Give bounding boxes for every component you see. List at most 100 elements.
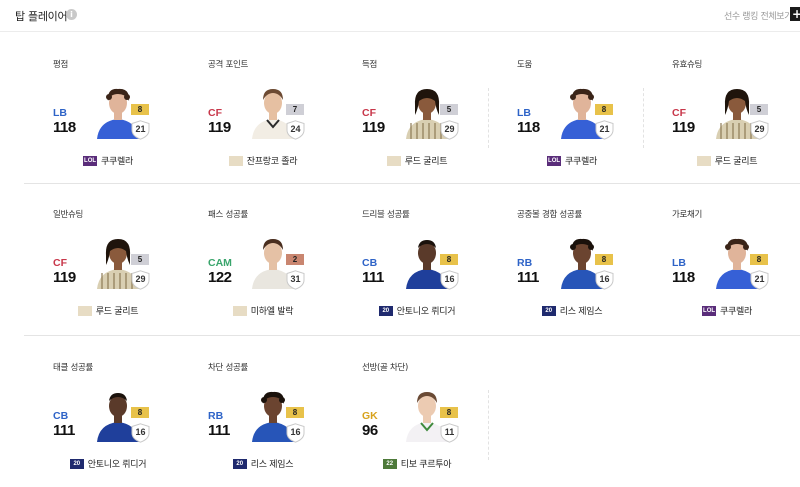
player-name[interactable]: 루드 굴리트 (96, 304, 139, 317)
stat-category-title: 차단 성공률 (208, 363, 249, 373)
player-name-row: LOL 쿠쿠렐라 (517, 150, 627, 169)
player-card[interactable]: 득점 CF 119 5 29 루드 굴리트 (362, 58, 512, 178)
player-name[interactable]: 루드 굴리트 (405, 154, 448, 167)
season-badge-icon (386, 155, 401, 166)
player-name-row: 미하엘 발락 (208, 300, 318, 319)
level-number: 11 (444, 427, 455, 437)
season-badge-icon: 20 (378, 305, 393, 316)
level-number: 29 (135, 274, 146, 284)
season-badge-icon (232, 305, 247, 316)
player-name-row: LOL 쿠쿠렐라 (53, 150, 163, 169)
position-label: CF (362, 107, 376, 119)
position-label: CF (208, 107, 222, 119)
player-card[interactable]: 유효슈팅 CF 119 5 29 루드 굴리트 (672, 58, 800, 178)
player-name[interactable]: 루드 굴리트 (715, 154, 758, 167)
position-label: LB (53, 107, 67, 119)
player-card[interactable]: 일반슈팅 CF 119 5 29 루드 굴리트 (53, 208, 203, 328)
row-divider (24, 335, 800, 336)
player-card[interactable]: 도움 LB 118 8 21 LOL 쿠쿠렐라 (517, 58, 667, 178)
position-label: LB (672, 257, 686, 269)
player-card[interactable]: 태클 성공률 CB 111 8 16 20 안토니오 뤼디거 (53, 361, 203, 481)
position-label: CB (362, 257, 378, 269)
player-card[interactable]: 가로채기 LB 118 8 21 LOL 쿠쿠렐라 (672, 208, 800, 328)
player-name[interactable]: 리스 제임스 (560, 304, 603, 317)
season-badge-icon: LOL (83, 155, 98, 166)
enhance-grade-badge: 8 (131, 104, 149, 115)
stat-category-title: 유효슈팅 (672, 60, 703, 70)
enhance-grade-badge: 2 (286, 254, 304, 265)
position-label: GK (362, 410, 378, 422)
player-card[interactable]: 공격 포인트 CF 119 7 24 잔프랑코 졸라 (208, 58, 358, 178)
level-number: 16 (135, 427, 146, 437)
overall-rating: 111 (517, 269, 539, 286)
player-card[interactable]: 공중볼 경합 성공률 RB 111 8 16 20 리스 제임스 (517, 208, 667, 328)
player-card[interactable]: 차단 성공률 RB 111 8 16 20 리스 제임스 (208, 361, 358, 481)
player-name-row: LOL 쿠쿠렐라 (672, 300, 782, 319)
section-title: 탑 플레이어 (15, 10, 68, 23)
season-badge-icon: 20 (69, 458, 84, 469)
player-name[interactable]: 잔프랑코 졸라 (247, 154, 298, 167)
overall-rating: 119 (53, 269, 76, 286)
level-number: 24 (290, 124, 301, 134)
header: 탑 플레이어 i 선수 랭킹 전체보기 + (0, 0, 800, 32)
level-number: 31 (290, 274, 301, 284)
stat-category-title: 선방(골 차단) (362, 363, 409, 373)
season-badge-icon: LOL (547, 155, 562, 166)
season-badge-icon: LOL (702, 305, 717, 316)
player-name[interactable]: 안토니오 뤼디거 (88, 457, 147, 470)
overall-rating: 119 (208, 119, 231, 136)
player-name[interactable]: 리스 제임스 (251, 457, 294, 470)
view-all-rankings-link[interactable]: 선수 랭킹 전체보기 (724, 9, 792, 22)
overall-rating: 111 (53, 422, 75, 439)
enhance-grade-badge: 5 (131, 254, 149, 265)
player-card[interactable]: 선방(골 차단) GK 96 8 11 22 티보 쿠르투아 (362, 361, 512, 481)
enhance-grade-badge: 8 (595, 254, 613, 265)
stat-category-title: 공격 포인트 (208, 60, 249, 70)
stat-category-title: 태클 성공률 (53, 363, 94, 373)
row-divider (24, 183, 800, 184)
player-card[interactable]: 패스 성공률 CAM 122 2 31 미하엘 발락 (208, 208, 358, 328)
player-name[interactable]: 미하엘 발락 (251, 304, 294, 317)
player-card[interactable]: 평점 LB 118 8 21 LOL 쿠쿠렐라 (53, 58, 203, 178)
position-label: CF (53, 257, 67, 269)
level-number: 16 (444, 274, 455, 284)
level-number: 16 (599, 274, 610, 284)
overall-rating: 119 (362, 119, 385, 136)
player-name[interactable]: 쿠쿠렐라 (720, 304, 752, 317)
overall-rating: 119 (672, 119, 695, 136)
enhance-grade-badge: 8 (750, 254, 768, 265)
position-label: CF (672, 107, 686, 119)
player-name[interactable]: 티보 쿠르투아 (401, 457, 452, 470)
player-name-row: 20 안토니오 뤼디거 (362, 300, 472, 319)
overall-rating: 118 (672, 269, 695, 286)
stat-category-title: 가로채기 (672, 210, 703, 220)
overall-rating: 122 (208, 269, 232, 286)
stat-category-title: 패스 성공률 (208, 210, 249, 220)
enhance-grade-badge: 8 (440, 254, 458, 265)
player-name-row: 20 안토니오 뤼디거 (53, 453, 163, 472)
stat-category-title: 공중볼 경합 성공률 (517, 210, 582, 220)
overall-rating: 111 (362, 269, 384, 286)
plus-icon[interactable]: + (790, 7, 800, 21)
stat-category-title: 평점 (53, 60, 69, 70)
enhance-grade-badge: 5 (440, 104, 458, 115)
position-label: RB (208, 410, 224, 422)
info-icon[interactable]: i (66, 9, 77, 20)
stat-category-title: 드리블 성공률 (362, 210, 410, 220)
level-number: 29 (754, 124, 765, 134)
player-name[interactable]: 안토니오 뤼디거 (397, 304, 456, 317)
season-badge-icon: 20 (541, 305, 556, 316)
season-badge-icon: 20 (232, 458, 247, 469)
player-name-row: 루드 굴리트 (362, 150, 472, 169)
player-name[interactable]: 쿠쿠렐라 (101, 154, 133, 167)
season-badge-icon (77, 305, 92, 316)
player-name-row: 20 리스 제임스 (208, 453, 318, 472)
player-name-row: 루드 굴리트 (53, 300, 163, 319)
overall-rating: 96 (362, 422, 378, 439)
player-name[interactable]: 쿠쿠렐라 (565, 154, 597, 167)
stat-category-title: 득점 (362, 60, 378, 70)
player-card[interactable]: 드리블 성공률 CB 111 8 16 20 안토니오 뤼디거 (362, 208, 512, 328)
level-number: 21 (135, 124, 146, 134)
stat-category-title: 일반슈팅 (53, 210, 84, 220)
season-badge-icon: 22 (382, 458, 397, 469)
